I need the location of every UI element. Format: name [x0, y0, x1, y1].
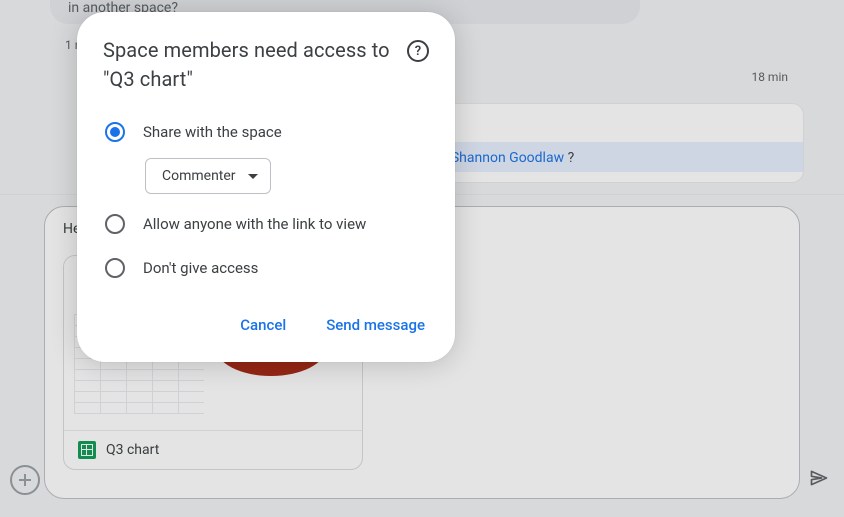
option-label: Don't give access: [143, 259, 258, 277]
option-share-with-space[interactable]: Share with the space: [103, 110, 429, 154]
role-selected-value: Commenter: [162, 168, 236, 184]
send-message-button[interactable]: Send message: [324, 310, 427, 340]
chevron-down-icon: [248, 174, 258, 179]
radio-unselected-icon: [105, 258, 125, 278]
help-icon[interactable]: ?: [407, 40, 429, 62]
radio-selected-icon: [105, 122, 125, 142]
radio-unselected-icon: [105, 214, 125, 234]
access-dialog: Space members need access to "Q3 chart" …: [77, 12, 455, 362]
dialog-title: Space members need access to "Q3 chart": [103, 36, 395, 94]
option-label: Allow anyone with the link to view: [143, 215, 366, 233]
option-label: Share with the space: [143, 123, 282, 141]
role-dropdown[interactable]: Commenter: [145, 158, 271, 194]
cancel-button[interactable]: Cancel: [238, 310, 288, 340]
option-dont-give-access[interactable]: Don't give access: [103, 246, 429, 290]
option-anyone-with-link[interactable]: Allow anyone with the link to view: [103, 202, 429, 246]
